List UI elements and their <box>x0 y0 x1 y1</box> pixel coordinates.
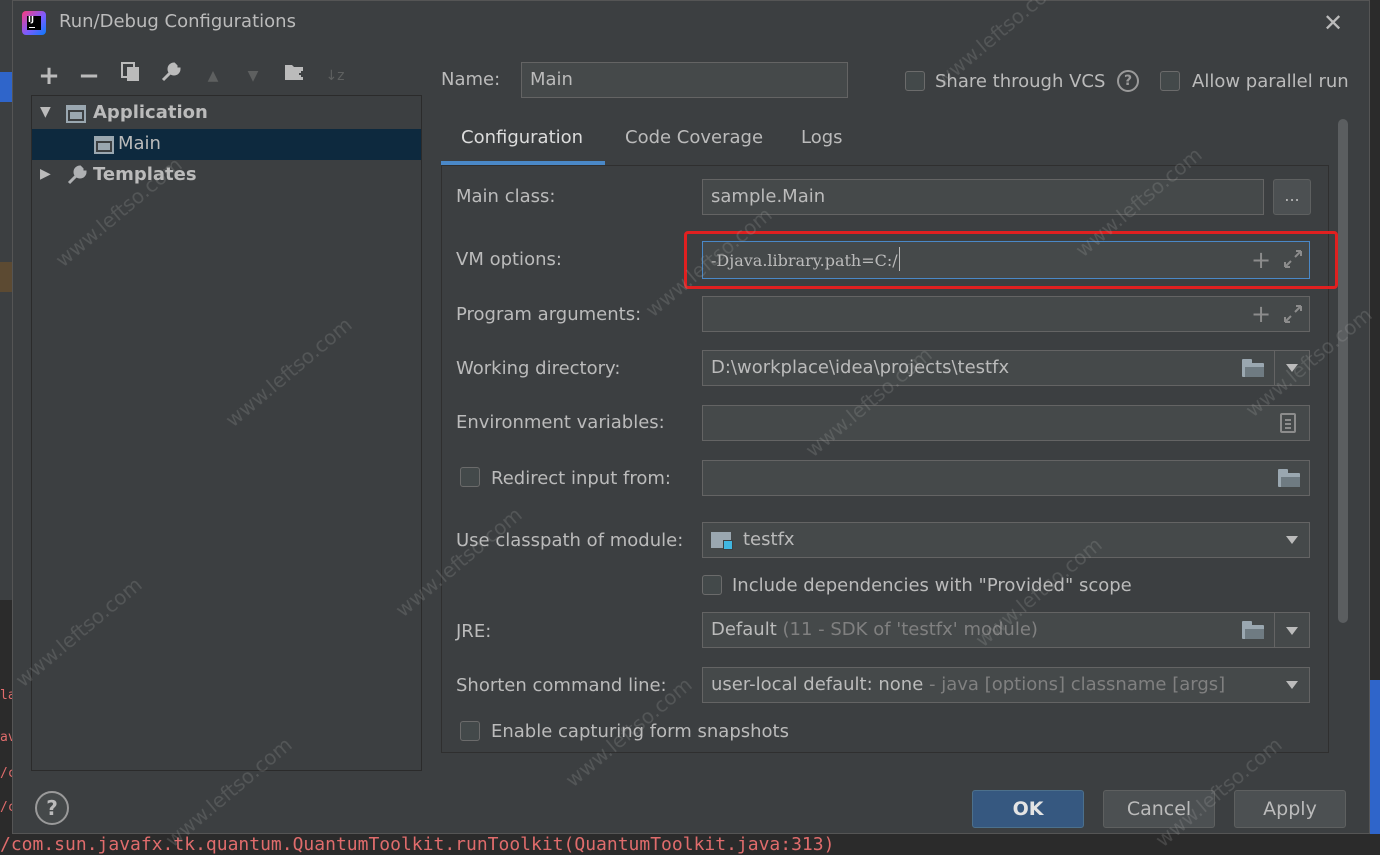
jre-select[interactable]: Default (11 - SDK of 'testfx' module) <box>702 612 1310 648</box>
configuration-tree: ▼ Application Main ▶ Templates <box>31 95 422 771</box>
sort-icon[interactable]: ↓z <box>321 61 349 91</box>
wrench-icon <box>66 164 88 191</box>
collapse-arrow-icon[interactable]: ▶ <box>40 166 51 182</box>
tree-item-main[interactable]: Main <box>32 129 421 160</box>
tree-item-label: Main <box>118 133 161 154</box>
add-icon[interactable]: + <box>1251 248 1271 272</box>
remove-icon[interactable]: − <box>75 61 103 91</box>
folder-add-icon[interactable] <box>281 61 309 91</box>
parallel-run-checkbox[interactable] <box>1160 71 1180 91</box>
browse-button[interactable]: ... <box>1273 179 1311 215</box>
console-fragment: av <box>0 730 12 745</box>
vm-options-value: -Djava.library.path=C:/ <box>711 251 898 270</box>
shorten-hint: - java [options] classname [args] <box>929 674 1226 695</box>
chevron-down-icon[interactable] <box>1286 536 1298 544</box>
scrollbar[interactable] <box>1338 119 1348 623</box>
expand-icon[interactable] <box>1283 304 1303 324</box>
include-dependencies-label: Include dependencies with "Provided" sco… <box>732 575 1132 596</box>
jre-label: JRE: <box>456 621 492 642</box>
run-debug-dialog: Run/Debug Configurations ✕ + − ▲ ▼ ↓z ▼ … <box>12 0 1370 834</box>
vm-options-input[interactable]: -Djava.library.path=C:/ <box>702 241 1310 279</box>
application-icon <box>66 105 86 123</box>
main-class-label: Main class: <box>456 186 556 207</box>
dropdown-separator <box>1274 351 1275 385</box>
chevron-down-icon[interactable] <box>1286 627 1298 635</box>
tree-item-application[interactable]: ▼ Application <box>32 98 421 129</box>
redirect-input-field[interactable] <box>702 460 1310 496</box>
background-selection <box>0 72 12 102</box>
classpath-module-select[interactable]: testfx <box>702 522 1310 558</box>
jre-value: Default <box>711 619 777 640</box>
name-label: Name: <box>441 69 501 90</box>
name-input[interactable]: Main <box>521 62 848 98</box>
background-highlight <box>0 262 12 292</box>
add-icon[interactable]: + <box>35 61 63 91</box>
parallel-run-label: Allow parallel run <box>1192 71 1349 92</box>
application-icon <box>94 136 114 154</box>
move-down-icon[interactable]: ▼ <box>239 61 267 91</box>
tab-configuration[interactable]: Configuration <box>461 127 583 148</box>
console-fragment: la <box>0 688 12 703</box>
background-console: la av /c /c <box>0 600 12 855</box>
include-dependencies-checkbox[interactable] <box>702 575 722 595</box>
tree-item-templates[interactable]: ▶ Templates <box>32 160 421 191</box>
form-snapshots-checkbox[interactable] <box>460 721 480 741</box>
shorten-value: user-local default: none <box>711 674 924 695</box>
copy-icon[interactable] <box>117 61 145 91</box>
shorten-command-line-select[interactable]: user-local default: none - java [options… <box>702 667 1310 703</box>
expand-icon[interactable] <box>1283 249 1303 269</box>
expand-arrow-icon[interactable]: ▼ <box>40 104 51 120</box>
program-arguments-input[interactable] <box>702 296 1310 332</box>
window-title: Run/Debug Configurations <box>59 11 296 32</box>
folder-icon[interactable] <box>1278 469 1300 487</box>
tab-logs[interactable]: Logs <box>801 127 843 148</box>
help-icon[interactable]: ? <box>1117 70 1139 92</box>
redirect-input-label: Redirect input from: <box>491 468 671 489</box>
tree-item-label: Application <box>93 102 208 123</box>
move-up-icon[interactable]: ▲ <box>199 61 227 91</box>
ok-button[interactable]: OK <box>972 790 1084 828</box>
cancel-button[interactable]: Cancel <box>1103 790 1215 828</box>
document-icon[interactable] <box>1280 413 1296 433</box>
working-directory-label: Working directory: <box>456 358 621 379</box>
working-directory-input[interactable]: D:\workplace\idea\projects\testfx <box>702 350 1310 386</box>
program-arguments-label: Program arguments: <box>456 304 642 325</box>
tab-bar: Configuration Code Coverage Logs <box>441 119 1329 165</box>
dropdown-separator <box>1274 613 1275 647</box>
classpath-module-label: Use classpath of module: <box>456 530 684 551</box>
jre-hint: (11 - SDK of 'testfx' module) <box>782 619 1038 640</box>
wrench-icon[interactable] <box>157 61 185 91</box>
add-icon[interactable]: + <box>1251 302 1271 326</box>
tree-item-label: Templates <box>93 164 197 185</box>
console-fragment: /c <box>0 800 12 815</box>
apply-button[interactable]: Apply <box>1234 790 1346 828</box>
background-selection <box>1370 680 1380 855</box>
share-vcs-checkbox[interactable] <box>905 71 925 91</box>
intellij-logo-icon <box>22 11 46 35</box>
redirect-input-checkbox[interactable] <box>460 467 480 487</box>
text-cursor <box>898 247 900 271</box>
environment-variables-label: Environment variables: <box>456 412 665 433</box>
console-fragment: /c <box>0 766 12 781</box>
background-ide-right <box>1370 0 1380 855</box>
form-snapshots-label: Enable capturing form snapshots <box>491 721 789 742</box>
module-icon <box>711 530 735 550</box>
chevron-down-icon[interactable] <box>1286 364 1298 372</box>
shorten-command-line-label: Shorten command line: <box>456 675 667 696</box>
main-class-input[interactable]: sample.Main <box>702 179 1264 215</box>
background-console-line: /com.sun.javafx.tk.quantum.QuantumToolki… <box>0 834 1380 855</box>
folder-icon[interactable] <box>1242 359 1264 377</box>
title-bar: Run/Debug Configurations ✕ <box>13 1 1369 45</box>
help-button[interactable]: ? <box>35 791 69 825</box>
close-icon[interactable]: ✕ <box>1321 9 1345 37</box>
background-ide-left: la av /c /c <box>0 0 12 855</box>
folder-icon[interactable] <box>1242 621 1264 639</box>
chevron-down-icon[interactable] <box>1286 681 1298 689</box>
vm-options-label: VM options: <box>456 249 562 270</box>
environment-variables-input[interactable] <box>702 405 1310 441</box>
share-vcs-label: Share through VCS <box>935 71 1106 92</box>
tab-code-coverage[interactable]: Code Coverage <box>625 127 763 148</box>
